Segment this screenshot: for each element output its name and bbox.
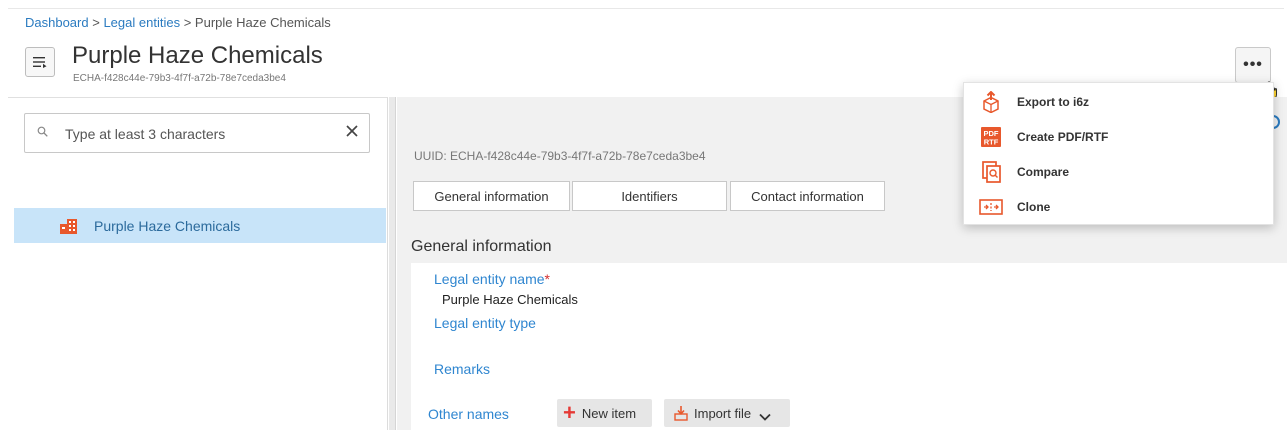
general-information-form: Legal entity name* Purple Haze Chemicals…	[411, 263, 1287, 430]
other-names-label: Other names	[428, 406, 509, 422]
menu-item-label: Clone	[1017, 200, 1051, 214]
breadcrumb: Dashboard > Legal entities > Purple Haze…	[25, 15, 331, 30]
search-box	[24, 113, 370, 153]
menu-item-clone[interactable]: Clone	[964, 190, 1275, 224]
tab-identifiers[interactable]: Identifiers	[572, 181, 727, 211]
more-actions-menu: Export to i6z PDF RTF Create PDF/RTF Com…	[963, 82, 1274, 225]
search-icon	[37, 126, 48, 140]
legal-entity-name-label-text: Legal entity name	[434, 271, 545, 287]
more-actions-button[interactable]: •••	[1235, 47, 1271, 83]
app-window: Dashboard > Legal entities > Purple Haze…	[0, 0, 1287, 430]
new-item-button[interactable]: + New item	[557, 399, 652, 427]
sidebar-toggle-button[interactable]	[25, 47, 55, 77]
menu-item-compare[interactable]: Compare	[964, 155, 1275, 189]
menu-item-export-i6z[interactable]: Export to i6z	[964, 85, 1275, 119]
new-item-label: New item	[581, 405, 637, 421]
building-icon	[60, 217, 80, 235]
page-title: Purple Haze Chemicals	[72, 42, 323, 69]
pdf-icon: PDF RTF	[979, 125, 1003, 149]
menu-item-label: Create PDF/RTF	[1017, 130, 1109, 144]
breadcrumb-legal-entities[interactable]: Legal entities	[103, 15, 180, 30]
page-subtitle-id: ECHA-f428c44e-79b3-4f7f-a72b-78e7ceda3be…	[73, 73, 286, 84]
navigation-panel: Purple Haze Chemicals	[8, 97, 388, 430]
panel-splitter[interactable]	[389, 97, 396, 430]
chevron-down-icon	[759, 409, 771, 421]
import-file-label: Import file	[694, 405, 752, 421]
plus-icon: +	[563, 400, 576, 425]
search-input[interactable]	[65, 123, 335, 145]
tab-contact-information[interactable]: Contact information	[730, 181, 885, 211]
breadcrumb-separator: >	[92, 15, 100, 30]
export-icon	[979, 90, 1003, 114]
legal-entity-name-value[interactable]: Purple Haze Chemicals	[442, 292, 578, 307]
clear-search-icon[interactable]	[345, 122, 359, 143]
tree-item-legal-entity[interactable]: Purple Haze Chemicals	[14, 208, 386, 243]
menu-item-create-pdf-rtf[interactable]: PDF RTF Create PDF/RTF	[964, 120, 1275, 154]
menu-item-label: Export to i6z	[1017, 95, 1090, 109]
section-title: General information	[411, 238, 552, 255]
import-file-button[interactable]: Import file	[664, 399, 790, 427]
tab-general-information[interactable]: General information	[413, 181, 570, 211]
menu-item-label: Compare	[1017, 165, 1070, 179]
legal-entity-type-label: Legal entity type	[434, 315, 536, 331]
breadcrumb-dashboard[interactable]: Dashboard	[25, 15, 89, 30]
svg-text:RTF: RTF	[984, 138, 999, 147]
import-icon	[674, 405, 688, 421]
breadcrumb-separator: >	[183, 15, 192, 30]
remarks-label: Remarks	[434, 361, 491, 377]
menu-icon	[33, 57, 47, 68]
breadcrumb-current: Purple Haze Chemicals	[194, 15, 331, 30]
compare-icon	[979, 160, 1003, 184]
tree-item-label: Purple Haze Chemicals	[94, 217, 241, 234]
uuid-text: UUID: ECHA-f428c44e-79b3-4f7f-a72b-78e7c…	[414, 149, 706, 163]
legal-entity-name-label: Legal entity name*	[434, 271, 550, 287]
clone-icon	[979, 195, 1003, 219]
required-marker: *	[544, 271, 550, 287]
